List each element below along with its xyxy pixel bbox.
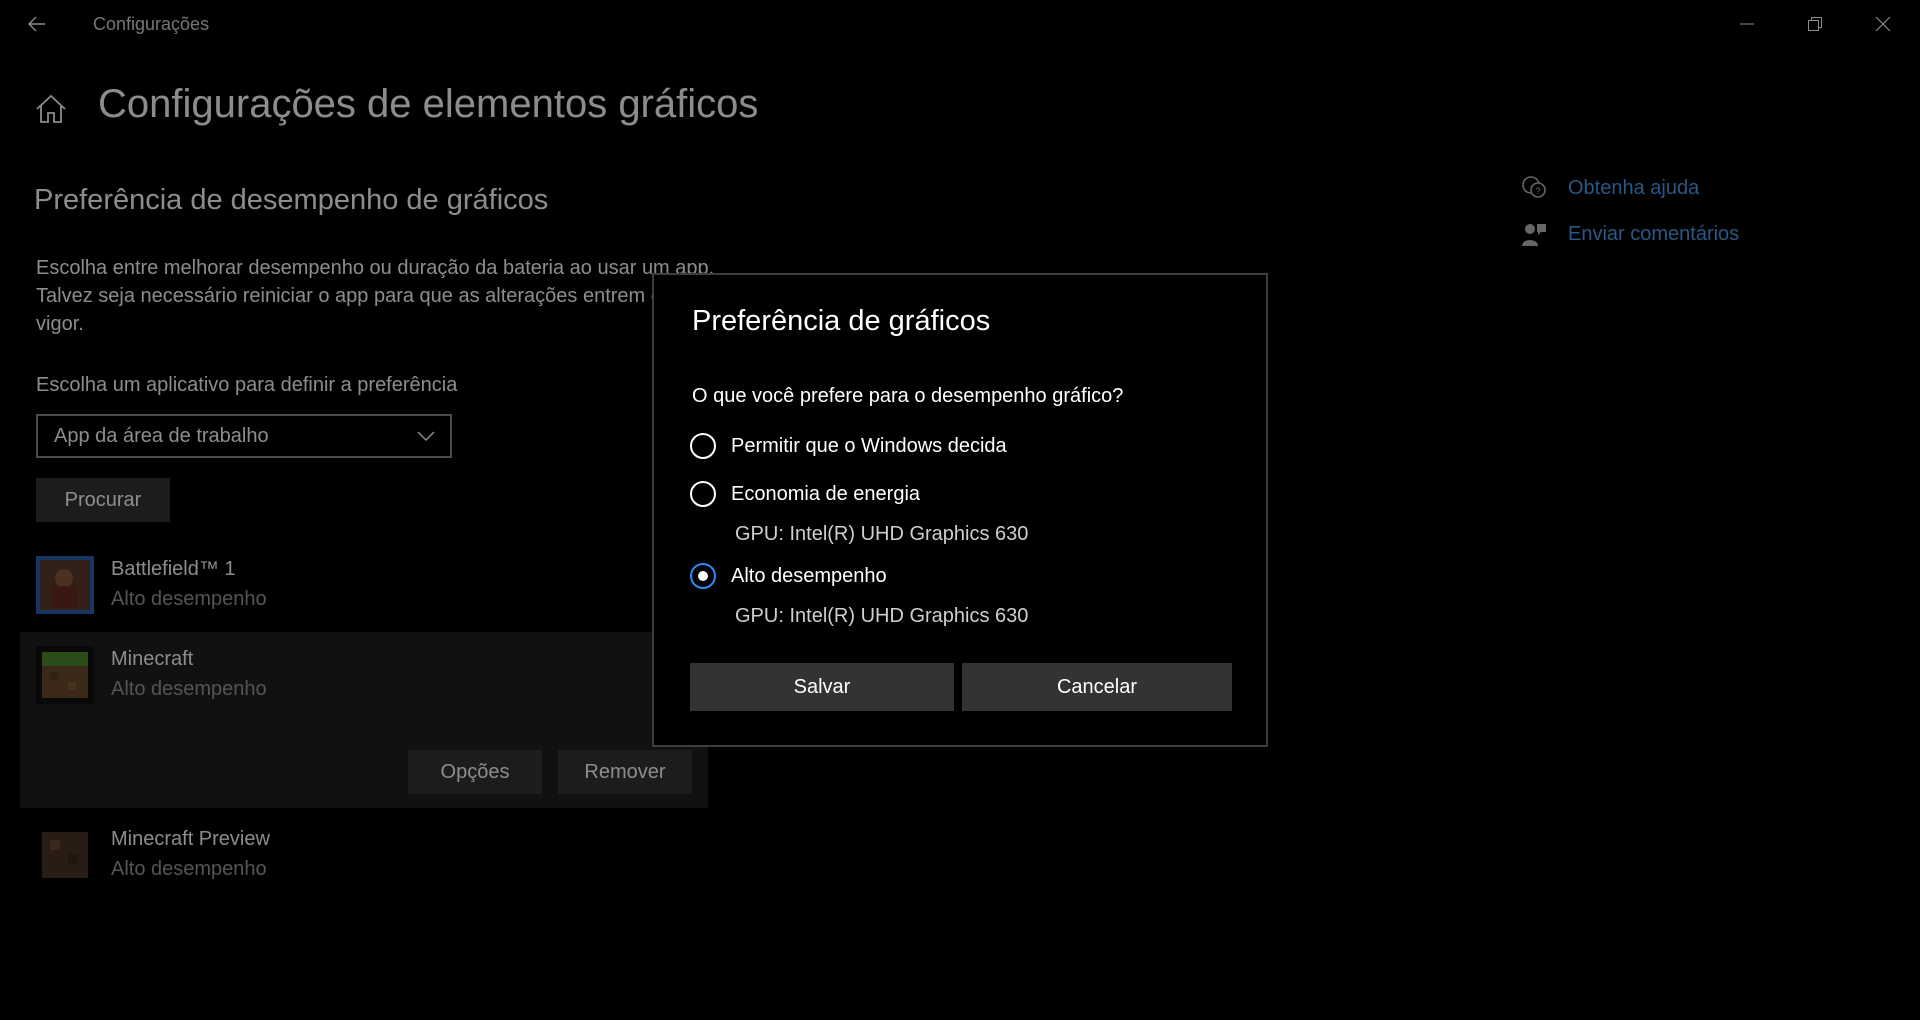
option-high-performance[interactable]: Alto desempenho <box>690 563 887 589</box>
radio-button[interactable] <box>690 433 716 459</box>
dialog-question: O que você prefere para o desempenho grá… <box>692 385 1124 407</box>
graphics-preference-dialog: Preferência de gráficos O que você prefe… <box>652 273 1268 747</box>
option-label: Permitir que o Windows decida <box>731 434 1007 457</box>
option-let-windows-decide[interactable]: Permitir que o Windows decida <box>690 433 1007 459</box>
radio-button[interactable] <box>690 481 716 507</box>
cancel-button[interactable]: Cancelar <box>962 663 1232 711</box>
gpu-info: GPU: Intel(R) UHD Graphics 630 <box>735 605 1029 627</box>
radio-button-selected[interactable] <box>690 563 716 589</box>
save-button[interactable]: Salvar <box>690 663 954 711</box>
option-label: Economia de energia <box>731 482 921 505</box>
dialog-title: Preferência de gráficos <box>692 305 991 337</box>
gpu-info: GPU: Intel(R) UHD Graphics 630 <box>735 523 1029 545</box>
option-label: Alto desempenho <box>731 564 887 587</box>
option-power-saving[interactable]: Economia de energia <box>690 481 920 507</box>
